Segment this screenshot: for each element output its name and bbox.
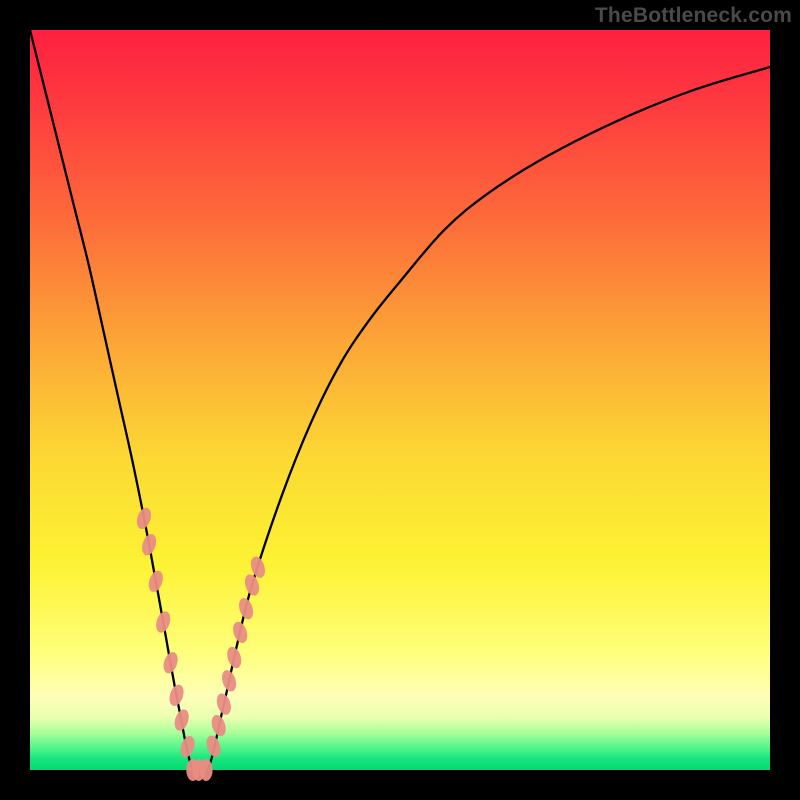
bottleneck-curve-svg — [30, 30, 770, 770]
curve-marker — [236, 596, 255, 621]
curve-marker — [200, 759, 213, 781]
curve-marker — [161, 650, 180, 675]
curve-group — [30, 30, 770, 778]
curve-marker — [167, 683, 186, 708]
curve-marker — [178, 734, 197, 759]
curve-marker — [154, 610, 173, 635]
curve-marker — [140, 532, 159, 557]
curve-marker — [172, 708, 191, 733]
curve-marker — [204, 734, 223, 759]
curve-marker — [214, 692, 233, 717]
bottleneck-curve-path — [30, 30, 770, 778]
chart-frame: TheBottleneck.com — [0, 0, 800, 800]
watermark-text: TheBottleneck.com — [595, 4, 792, 28]
curve-marker — [134, 506, 153, 531]
curve-marker — [146, 569, 165, 594]
curve-marker — [219, 668, 238, 693]
curve-marker — [209, 713, 228, 738]
curve-marker — [231, 620, 250, 645]
curve-markers — [134, 506, 267, 781]
curve-marker — [225, 645, 244, 670]
plot-area — [30, 30, 770, 770]
